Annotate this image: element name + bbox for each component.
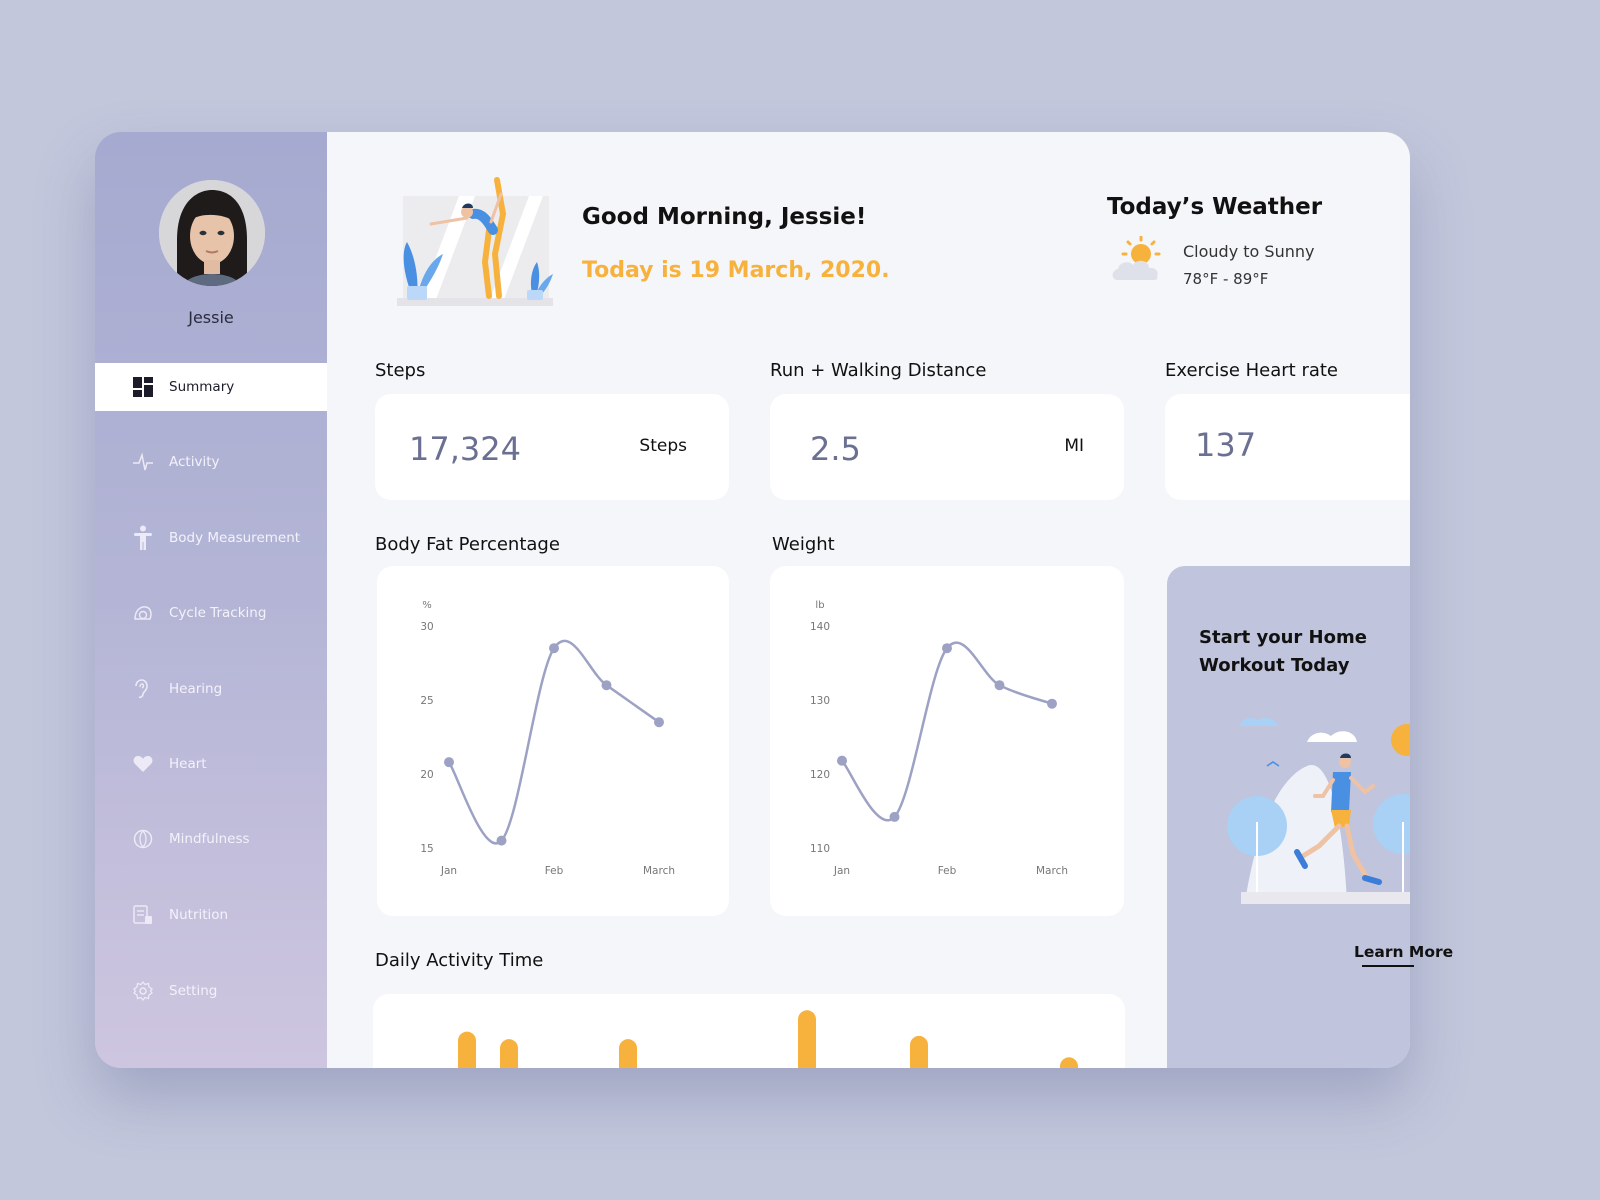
series-line xyxy=(447,639,660,845)
data-point xyxy=(889,811,900,822)
activity-bar xyxy=(458,1031,476,1068)
sidebar-item-label: Setting xyxy=(169,983,218,999)
sidebar-item-label: Heart xyxy=(169,756,207,772)
y-tick-label: 110 xyxy=(810,843,830,855)
promo-text: Start your Home Workout Today xyxy=(1199,627,1367,676)
gear-icon xyxy=(131,979,155,1003)
data-point xyxy=(601,680,612,691)
data-point xyxy=(496,835,507,846)
data-point xyxy=(994,680,1005,691)
heart-rate-value: 137 xyxy=(1195,426,1257,464)
y-tick-label: 15 xyxy=(420,843,433,855)
y-tick-label: 130 xyxy=(810,695,830,707)
sidebar: Jessie Summary Activity Body Measurement… xyxy=(95,132,327,1068)
sidebar-item-label: Activity xyxy=(169,454,220,470)
ear-icon xyxy=(131,677,155,701)
sidebar-item-label: Mindfulness xyxy=(169,831,250,847)
data-point xyxy=(444,757,454,768)
sidebar-item-mindfulness[interactable]: Mindfulness xyxy=(95,815,327,863)
data-point xyxy=(654,717,664,728)
data-point xyxy=(1047,698,1057,709)
x-tick-label: March xyxy=(1036,865,1068,877)
sidebar-item-body-measurement[interactable]: Body Measurement xyxy=(95,514,327,562)
distance-value: 2.5 xyxy=(810,430,861,468)
x-tick-label: Feb xyxy=(938,865,957,877)
data-point xyxy=(837,755,847,766)
activity-bar xyxy=(798,1010,816,1068)
mindfulness-icon xyxy=(131,827,155,851)
y-unit-label: lb xyxy=(815,600,824,611)
y-tick-label: 30 xyxy=(420,621,433,633)
home-workout-promo[interactable]: Start your Home Workout Today xyxy=(1167,566,1410,1068)
weight-title: Weight xyxy=(772,534,835,555)
learn-more-link[interactable]: Learn More xyxy=(1354,943,1453,961)
heart-icon xyxy=(131,752,155,776)
data-point xyxy=(549,643,559,654)
body-fat-chart-card: % 15 20 25 30 Jan Feb March xyxy=(377,566,729,916)
daily-activity-title: Daily Activity Time xyxy=(375,950,544,971)
activity-bar xyxy=(619,1039,637,1068)
sidebar-item-label: Cycle Tracking xyxy=(169,605,267,621)
weight-chart: lb 110 120 130 140 Jan Feb March xyxy=(810,600,1068,877)
activity-bar xyxy=(910,1035,928,1068)
heart-rate-label: Exercise Heart rate xyxy=(1165,360,1339,381)
steps-card[interactable]: 17,324 Steps xyxy=(375,394,729,500)
sidebar-item-activity[interactable]: Activity xyxy=(95,438,327,486)
x-tick-label: Jan xyxy=(440,865,457,877)
sidebar-item-nutrition[interactable]: Nutrition xyxy=(95,891,327,939)
sidebar-item-label: Hearing xyxy=(169,681,223,697)
cycle-tracking-icon xyxy=(131,601,155,625)
sidebar-item-setting[interactable]: Setting xyxy=(95,967,327,1015)
y-tick-label: 25 xyxy=(420,695,433,707)
weight-chart-card: lb 110 120 130 140 Jan Feb March xyxy=(770,566,1124,916)
x-tick-label: March xyxy=(643,865,675,877)
activity-pulse-icon xyxy=(131,450,155,474)
date-text: Today is 19 March, 2020. xyxy=(582,258,890,283)
y-tick-label: 140 xyxy=(810,621,830,633)
daily-activity-chart-card xyxy=(373,994,1125,1068)
yoga-illustration xyxy=(397,174,557,309)
data-point xyxy=(942,643,952,654)
steps-value: 17,324 xyxy=(409,430,521,468)
x-tick-label: Feb xyxy=(545,865,564,877)
sidebar-item-label: Nutrition xyxy=(169,907,229,923)
learn-more-underline xyxy=(1362,965,1414,967)
main-content: Good Morning, Jessie! Today is 19 March,… xyxy=(327,132,1410,1068)
sidebar-item-label: Body Measurement xyxy=(169,530,301,546)
greeting-heading: Good Morning, Jessie! xyxy=(582,204,867,230)
sidebar-item-heart[interactable]: Heart xyxy=(95,740,327,788)
user-name: Jessie xyxy=(188,308,234,327)
body-fat-chart: % 15 20 25 30 Jan Feb March xyxy=(420,600,675,877)
y-tick-label: 120 xyxy=(810,769,830,781)
body-figure-icon xyxy=(131,525,155,550)
daily-activity-chart xyxy=(458,1010,1078,1068)
y-unit-label: % xyxy=(422,600,432,611)
weather-title: Today’s Weather xyxy=(1107,194,1323,220)
activity-bar xyxy=(1060,1057,1078,1068)
dashboard-window: Jessie Summary Activity Body Measurement… xyxy=(95,132,1410,1068)
activity-bar xyxy=(500,1039,518,1068)
y-tick-label: 20 xyxy=(420,769,433,781)
sidebar-item-hearing[interactable]: Hearing xyxy=(95,665,327,713)
weather-condition: Cloudy to Sunny xyxy=(1183,242,1315,261)
sidebar-item-label: Summary xyxy=(169,379,235,395)
steps-unit: Steps xyxy=(639,436,687,456)
heart-rate-card[interactable]: 137 xyxy=(1165,394,1410,500)
body-fat-title: Body Fat Percentage xyxy=(375,534,560,555)
sun-cloud-icon xyxy=(1111,235,1173,284)
steps-label: Steps xyxy=(375,360,426,381)
summary-grid-icon xyxy=(131,375,155,399)
avatar[interactable] xyxy=(159,180,265,286)
sidebar-item-summary[interactable]: Summary xyxy=(95,363,327,411)
distance-card[interactable]: 2.5 MI xyxy=(770,394,1124,500)
nutrition-icon xyxy=(131,903,155,927)
weather-temperature: 78°F - 89°F xyxy=(1183,270,1269,288)
series-line xyxy=(841,641,1053,822)
runner-illustration xyxy=(1227,706,1410,906)
sidebar-item-cycle-tracking[interactable]: Cycle Tracking xyxy=(95,589,327,637)
distance-unit: MI xyxy=(1064,436,1084,456)
distance-label: Run + Walking Distance xyxy=(770,360,987,381)
x-tick-label: Jan xyxy=(833,865,850,877)
